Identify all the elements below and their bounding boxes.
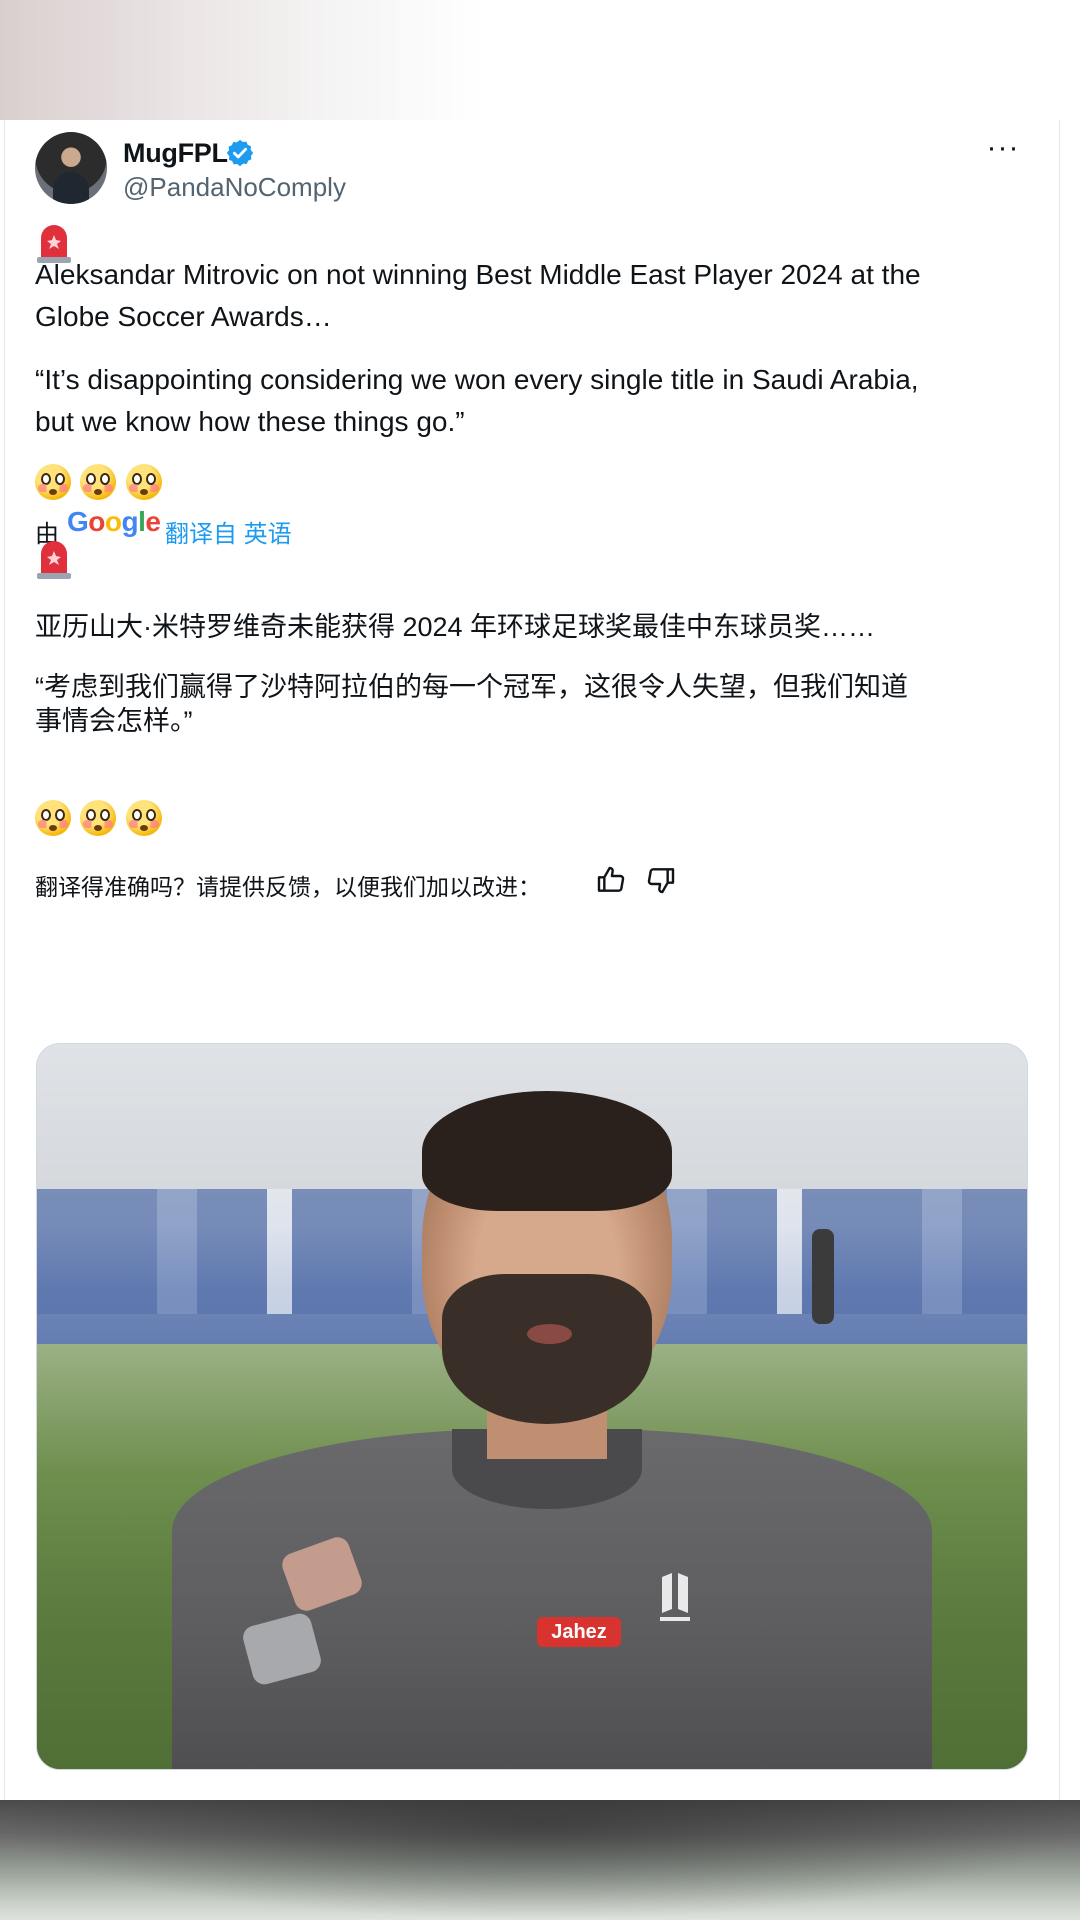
feedback-prompt: 翻译得准确吗？请提供反馈，以便我们加以改进： [35, 874, 541, 900]
interviewee: Jahez [132, 1091, 942, 1769]
user-handle[interactable]: @PandaNoComply [123, 172, 346, 203]
tweet-text-paragraph-1: Aleksandar Mitrovic on not winning Best … [35, 259, 921, 332]
jersey-sponsor: Jahez [537, 1617, 621, 1647]
more-options-icon[interactable]: ··· [983, 133, 1023, 168]
tweet-media-image[interactable]: Jahez [36, 1043, 1028, 1770]
emoji-row-translated [35, 800, 167, 840]
tweet-header: MugFPL @PandaNoComply ··· [35, 132, 1035, 212]
tweet-text-paragraph-2: “It’s disappointing considering we won e… [35, 364, 919, 437]
avatar[interactable] [35, 132, 107, 204]
translated-text-paragraph-1: 亚历山大·米特罗维奇未能获得 2024 年环球足球奖最佳中东球员奖…… [35, 612, 876, 642]
translated-from-link[interactable]: 翻译自 英语 [165, 514, 292, 549]
display-name[interactable]: MugFPL [123, 138, 228, 169]
rotating-light-emoji [37, 541, 71, 579]
flushed-face-emoji [80, 800, 117, 836]
verified-badge-icon [226, 139, 254, 167]
flushed-face-emoji [80, 464, 117, 500]
thumbs-down-icon[interactable] [645, 864, 677, 896]
thumbs-up-icon[interactable] [595, 864, 627, 896]
flushed-face-emoji [35, 464, 71, 500]
google-logo: Google [67, 506, 161, 537]
flushed-face-emoji [125, 464, 162, 500]
flushed-face-emoji [35, 800, 71, 836]
emoji-row-original [35, 464, 167, 504]
translated-text-paragraph-2: “考虑到我们赢得了沙特阿拉伯的每一个冠军，这很令人失望，但我们知道 事情会怎样。… [35, 672, 908, 736]
top-background-blur [0, 0, 1080, 120]
tweet-card: MugFPL @PandaNoComply ··· Aleksandar Mit… [4, 120, 1060, 1800]
flushed-face-emoji [125, 800, 162, 836]
club-crest [652, 1569, 698, 1649]
bottom-background-blur [0, 1800, 1080, 1920]
